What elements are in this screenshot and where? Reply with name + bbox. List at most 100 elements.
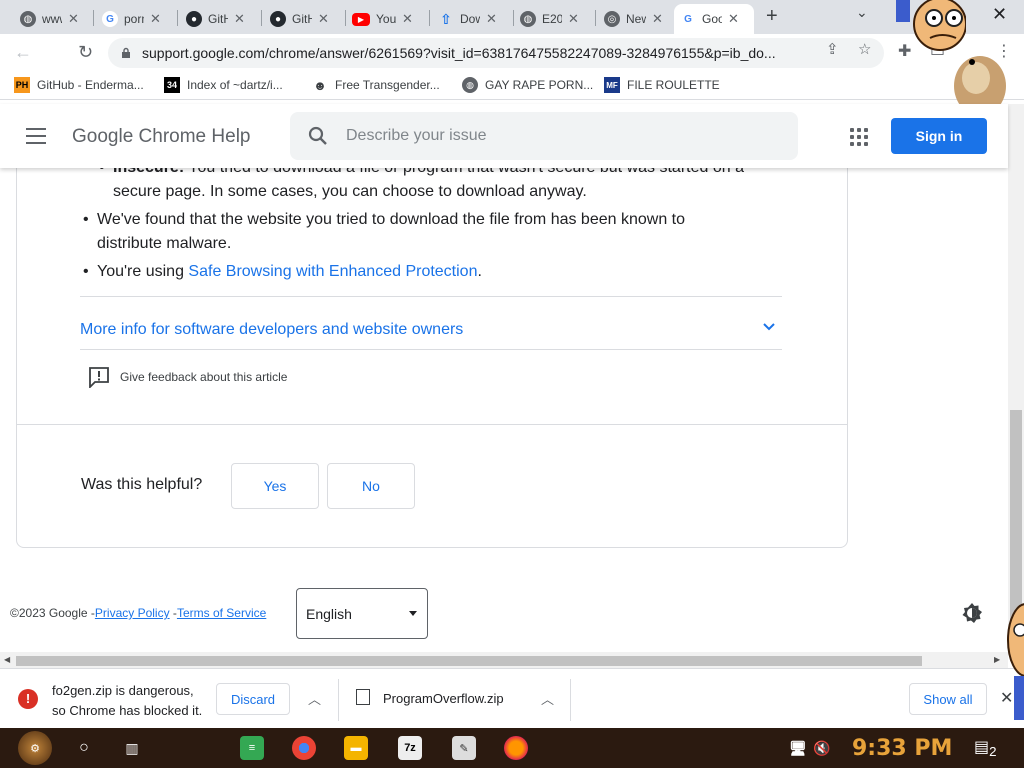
firefox-app-icon[interactable] <box>504 736 528 760</box>
bullet-dot: • <box>83 263 89 280</box>
scroll-left-arrow-icon[interactable]: ◀ <box>4 655 10 664</box>
window-close-icon[interactable]: ✕ <box>992 4 1007 25</box>
no-button[interactable]: No <box>327 463 415 509</box>
search-box[interactable] <box>290 112 798 160</box>
privacy-policy-link[interactable]: Privacy Policy <box>95 606 170 620</box>
chrome-app-icon[interactable] <box>292 736 316 760</box>
notification-count: 2 <box>989 744 997 760</box>
7zip-app-icon[interactable]: 7z <box>398 736 422 760</box>
sheets-app-icon[interactable]: ≡ <box>240 736 264 760</box>
tab-title: Google <box>702 12 722 26</box>
scroll-right-arrow-icon[interactable]: ▶ <box>994 655 1000 664</box>
start-button-icon[interactable]: ⚙ <box>18 731 52 765</box>
tab-title: GitHub <box>292 12 312 26</box>
back-icon[interactable]: ← <box>14 42 32 63</box>
bullet-dot: • <box>83 211 89 228</box>
bookmark-label: Index of ~dartz/i... <box>187 78 283 92</box>
github-icon: ● <box>270 11 286 27</box>
terms-of-service-link[interactable]: Terms of Service <box>177 606 266 620</box>
tab-search-chevron-icon[interactable]: ⌄ <box>856 4 868 21</box>
task-view-icon[interactable]: ▥ <box>120 736 144 760</box>
sign-in-button[interactable]: Sign in <box>891 118 987 154</box>
feedback-link[interactable]: Give feedback about this article <box>88 366 287 388</box>
divider <box>80 349 782 350</box>
tab-0[interactable]: ◍ www ✕ <box>14 4 90 34</box>
google-apps-icon[interactable] <box>850 128 868 146</box>
tab-title: GitHub <box>208 12 228 26</box>
bullet-text: secure page. In some cases, you can choo… <box>113 183 587 200</box>
tab-close-icon[interactable]: ✕ <box>68 11 79 27</box>
tab-close-icon[interactable]: ✕ <box>402 11 413 27</box>
address-bar[interactable]: support.google.com/chrome/answer/6261569… <box>108 38 884 68</box>
tab-close-icon[interactable]: ✕ <box>728 11 739 27</box>
bookmark-label: GitHub - Enderma... <box>37 78 144 92</box>
volume-muted-icon[interactable]: 🔇 <box>810 736 834 760</box>
search-input[interactable] <box>346 127 766 145</box>
youtube-icon: ▶ <box>352 12 370 26</box>
help-header: Google Chrome Help Sign in <box>0 104 1008 168</box>
taskbar: ⚙ ○ ▥ ≡ ▬ 7z ✎ 🖥 🔇 9:33 PM ▤2 <box>0 728 1024 768</box>
more-info-expander[interactable]: More info for software developers and we… <box>80 312 782 348</box>
bookmark-globe-site[interactable]: ◍ GAY RAPE PORN... <box>462 77 593 93</box>
url-text[interactable]: support.google.com/chrome/answer/6261569… <box>142 45 814 61</box>
safe-browsing-link[interactable]: Safe Browsing with Enhanced Protection <box>188 263 477 280</box>
footer: ©2023 Google -Privacy Policy -Terms of S… <box>10 606 266 620</box>
reload-icon[interactable]: ↻ <box>78 42 93 63</box>
discard-button[interactable]: Discard <box>216 683 290 715</box>
tab-close-icon[interactable]: ✕ <box>568 11 579 27</box>
tab-separator <box>429 10 430 26</box>
copyright: ©2023 Google - <box>10 606 95 620</box>
share-icon[interactable]: ⇪ <box>826 40 839 58</box>
horizontal-scroll-thumb[interactable] <box>16 656 922 666</box>
footer-dash: - <box>169 606 177 620</box>
show-all-button[interactable]: Show all <box>909 683 987 715</box>
tab-3[interactable]: ● GitHub ✕ <box>264 4 342 34</box>
tab-2[interactable]: ● GitHub ✕ <box>180 4 258 34</box>
globe-icon: ◍ <box>462 77 478 93</box>
shelf-divider <box>570 679 571 721</box>
page-title[interactable]: Google Chrome Help <box>72 126 250 148</box>
tab-6[interactable]: ◍ E20 ✕ <box>514 4 592 34</box>
search-icon <box>308 126 327 145</box>
tab-close-icon[interactable]: ✕ <box>318 11 329 27</box>
tab-close-icon[interactable]: ✕ <box>150 11 161 27</box>
language-select[interactable]: English <box>296 588 428 639</box>
notification-center-icon[interactable]: ▤2 <box>974 737 997 759</box>
system-clock[interactable]: 9:33 PM <box>852 736 952 761</box>
tab-7[interactable]: ◎ New ✕ <box>598 4 674 34</box>
bullet-text: . <box>477 263 482 280</box>
tab-4[interactable]: ▶ YouTube ✕ <box>346 4 426 34</box>
file-explorer-icon[interactable]: ▬ <box>344 736 368 760</box>
tab-1[interactable]: G porn ✕ <box>96 4 174 34</box>
tab-title: New <box>626 12 646 26</box>
cortana-circle-icon[interactable]: ○ <box>72 736 96 760</box>
dark-mode-toggle-icon[interactable] <box>961 602 983 624</box>
bookmark-star-icon[interactable]: ☆ <box>858 40 871 58</box>
tab-8-active[interactable]: G Google ✕ <box>674 4 754 34</box>
chevron-up-icon[interactable]: ︿ <box>308 689 321 708</box>
danger-warning-icon: ! <box>18 689 38 709</box>
bookmark-index-dartz[interactable]: 34 Index of ~dartz/i... <box>164 77 283 93</box>
bookmark-github[interactable]: PH GitHub - Enderma... <box>14 77 144 93</box>
download-item-programoverflow[interactable]: ProgramOverflow.zip <box>383 691 504 706</box>
app-icon[interactable]: ✎ <box>452 736 476 760</box>
bookmark-label: FILE ROULETTE <box>627 78 720 92</box>
tab-close-icon[interactable]: ✕ <box>486 11 497 27</box>
hamburger-menu-icon[interactable] <box>26 128 46 144</box>
34-logo-icon: 34 <box>164 77 180 93</box>
tab-separator <box>595 10 596 26</box>
download-shelf: ! fo2gen.zip is dangerous, so Chrome has… <box>0 668 1024 728</box>
tab-separator <box>177 10 178 26</box>
tab-5[interactable]: ⇧ Download ✕ <box>432 4 510 34</box>
bullet-text: distribute malware. <box>97 235 232 252</box>
bookmark-file-roulette[interactable]: MF FILE ROULETTE <box>604 77 720 93</box>
bookmark-free-transgender[interactable]: ☻ Free Transgender... <box>312 77 440 93</box>
shelf-divider <box>338 679 339 721</box>
yes-button[interactable]: Yes <box>231 463 319 509</box>
globe-icon: ◍ <box>20 11 36 27</box>
network-icon[interactable]: 🖥 <box>786 736 810 760</box>
new-tab-icon[interactable]: + <box>766 5 778 28</box>
tab-close-icon[interactable]: ✕ <box>652 11 663 27</box>
tab-close-icon[interactable]: ✕ <box>234 11 245 27</box>
chevron-up-icon[interactable]: ︿ <box>541 689 554 708</box>
